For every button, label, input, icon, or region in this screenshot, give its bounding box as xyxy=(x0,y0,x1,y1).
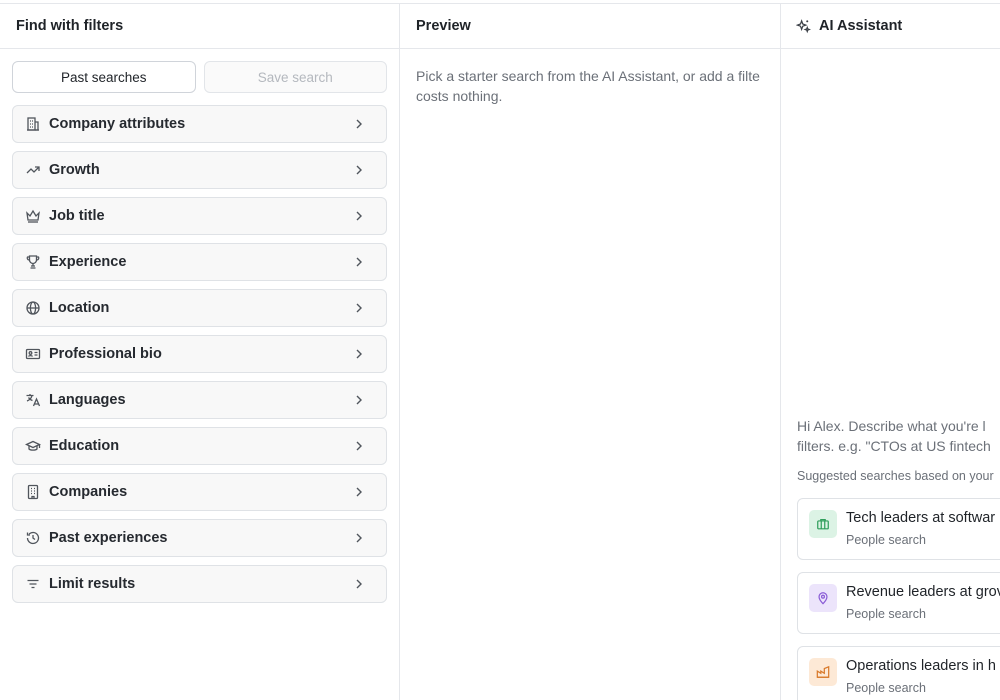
chevron-right-icon xyxy=(352,393,366,407)
chevron-right-icon xyxy=(352,485,366,499)
ai-assistant-panel: AI Assistant Hi Alex. Describe what you'… xyxy=(781,4,1000,700)
ai-assistant-header: AI Assistant xyxy=(781,4,1000,49)
filter-professional-bio[interactable]: Professional bio xyxy=(12,335,387,373)
chevron-right-icon xyxy=(352,347,366,361)
filter-education[interactable]: Education xyxy=(12,427,387,465)
filter-job-title[interactable]: Job title xyxy=(12,197,387,235)
chevron-right-icon xyxy=(352,209,366,223)
preview-empty-message: Pick a starter search from the AI Assist… xyxy=(400,49,780,123)
globe-icon xyxy=(25,300,41,316)
filter-experience[interactable]: Experience xyxy=(12,243,387,281)
preview-message-line: Pick a starter search from the AI Assist… xyxy=(416,68,760,84)
filters-panel-title: Find with filters xyxy=(0,4,399,49)
filter-languages[interactable]: Languages xyxy=(12,381,387,419)
map-pin-icon xyxy=(816,591,830,605)
trending-up-icon xyxy=(25,162,41,178)
suggestion-badge xyxy=(809,510,837,538)
filter-growth[interactable]: Growth xyxy=(12,151,387,189)
chevron-right-icon xyxy=(352,117,366,131)
graduation-cap-icon xyxy=(25,438,41,454)
filter-list: Company attributes Growth Job title Expe… xyxy=(0,93,399,603)
filter-label: Professional bio xyxy=(49,346,162,362)
suggestion-card[interactable]: Operations leaders in h People search xyxy=(797,646,1000,700)
suggested-searches-label: Suggested searches based on your xyxy=(797,469,994,483)
filter-label: Growth xyxy=(49,162,100,178)
office-building-icon xyxy=(25,484,41,500)
briefcase-icon xyxy=(816,517,830,531)
chevron-right-icon xyxy=(352,255,366,269)
filter-company-attributes[interactable]: Company attributes xyxy=(12,105,387,143)
save-search-button[interactable]: Save search xyxy=(203,61,387,93)
suggestion-title: Tech leaders at softwar xyxy=(846,510,996,526)
suggestion-card[interactable]: Revenue leaders at grov People search xyxy=(797,572,1000,634)
filter-label: Experience xyxy=(49,254,127,270)
factory-icon xyxy=(816,665,830,679)
assistant-greeting: Hi Alex. Describe what you're l filters.… xyxy=(797,416,1000,456)
preview-panel: Preview Pick a starter search from the A… xyxy=(400,4,781,700)
building-icon xyxy=(25,116,41,132)
suggestion-subtitle: People search xyxy=(846,533,926,547)
suggestion-title: Operations leaders in h xyxy=(846,658,996,674)
filter-label: Limit results xyxy=(49,576,136,592)
past-searches-button[interactable]: Past searches xyxy=(12,61,196,93)
filter-lines-icon xyxy=(25,576,41,592)
crown-icon xyxy=(25,208,41,224)
search-actions: Past searches Save search xyxy=(0,49,399,93)
ai-assistant-title: AI Assistant xyxy=(819,18,903,34)
greeting-line: filters. e.g. "CTOs at US fintech xyxy=(797,438,991,454)
filter-label: Companies xyxy=(49,484,128,500)
suggestion-badge xyxy=(809,584,837,612)
history-icon xyxy=(25,530,41,546)
suggestion-subtitle: People search xyxy=(846,681,926,695)
filters-panel: Find with filters Past searches Save sea… xyxy=(0,4,400,700)
chevron-right-icon xyxy=(352,577,366,591)
translate-icon xyxy=(25,392,41,408)
preview-panel-title: Preview xyxy=(400,4,780,49)
chevron-right-icon xyxy=(352,531,366,545)
filter-companies[interactable]: Companies xyxy=(12,473,387,511)
filter-label: Job title xyxy=(49,208,105,224)
chevron-right-icon xyxy=(352,163,366,177)
suggestion-title: Revenue leaders at grov xyxy=(846,584,1000,600)
filter-location[interactable]: Location xyxy=(12,289,387,327)
trophy-icon xyxy=(25,254,41,270)
filter-label: Location xyxy=(49,300,110,316)
greeting-line: Hi Alex. Describe what you're l xyxy=(797,418,986,434)
suggestion-subtitle: People search xyxy=(846,607,926,621)
filter-label: Past experiences xyxy=(49,530,168,546)
filter-label: Education xyxy=(49,438,120,454)
filter-label: Languages xyxy=(49,392,126,408)
suggestion-card[interactable]: Tech leaders at softwar People search xyxy=(797,498,1000,560)
chevron-right-icon xyxy=(352,301,366,315)
filter-past-experiences[interactable]: Past experiences xyxy=(12,519,387,557)
sparkles-icon xyxy=(796,18,811,34)
preview-message-line: costs nothing. xyxy=(416,88,503,104)
id-card-icon xyxy=(25,346,41,362)
suggestion-badge xyxy=(809,658,837,686)
chevron-right-icon xyxy=(352,439,366,453)
filter-limit-results[interactable]: Limit results xyxy=(12,565,387,603)
filter-label: Company attributes xyxy=(49,116,186,132)
